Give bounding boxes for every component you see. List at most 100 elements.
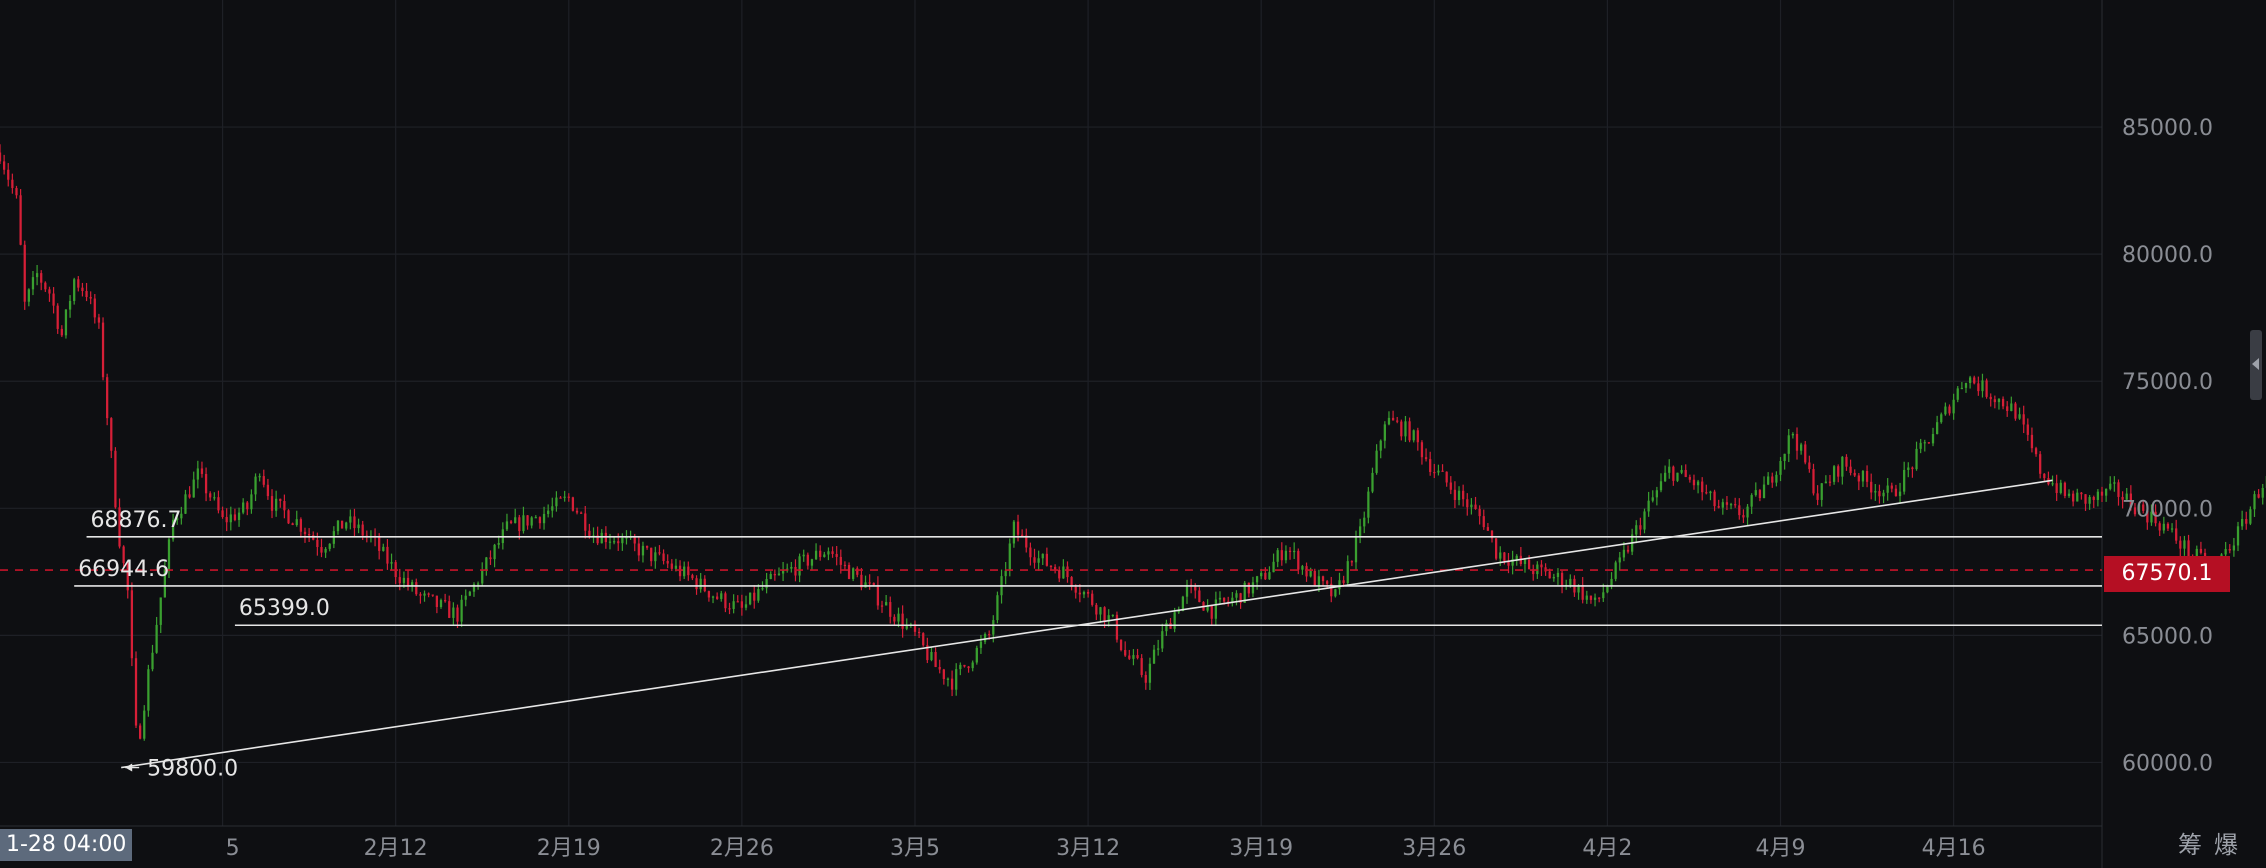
candle-body	[1952, 399, 1955, 414]
candle-body	[1676, 472, 1679, 481]
candle-body	[266, 484, 270, 497]
candle-body	[1882, 492, 1885, 497]
candle-body	[2018, 414, 2021, 419]
candle-body	[580, 512, 583, 514]
candle-body	[1606, 586, 1609, 593]
candle-body	[1919, 442, 1922, 449]
candle-body	[1874, 491, 1877, 493]
candle-body	[303, 531, 307, 535]
candle-body	[439, 600, 443, 607]
candle-body	[2117, 482, 2120, 497]
candle-body	[1973, 377, 1976, 384]
candle-body	[1903, 469, 1906, 492]
candle-body	[1424, 457, 1428, 460]
candle-body	[1268, 572, 1271, 580]
candle-body	[1853, 472, 1856, 476]
candle-body	[1128, 655, 1131, 659]
candle-body	[1734, 504, 1737, 506]
candle-body	[555, 497, 558, 507]
y-tick-label: 85000.0	[2122, 116, 2213, 141]
candle-body	[967, 666, 970, 669]
candle-body	[1214, 599, 1217, 619]
candle-body	[1210, 605, 1213, 619]
candle-body	[963, 664, 966, 667]
candle-body	[1622, 549, 1626, 558]
candle-body	[955, 669, 958, 690]
candle-body	[2236, 526, 2240, 546]
candle-body	[765, 579, 768, 589]
candle-body	[1907, 467, 1910, 470]
candle-body	[1157, 648, 1160, 650]
candle-body	[93, 298, 96, 318]
candle-body	[1626, 549, 1630, 552]
candle-body	[1845, 456, 1848, 467]
candle-body	[19, 195, 22, 245]
candle-body	[184, 494, 187, 514]
candle-body	[695, 578, 698, 590]
candle-body	[1247, 582, 1250, 594]
candle-body	[316, 539, 319, 547]
candle-body	[1560, 572, 1564, 587]
candle-body	[1684, 469, 1687, 477]
candle-body	[340, 520, 344, 529]
candle-body	[1602, 592, 1605, 599]
candle-body	[1659, 481, 1663, 491]
candle-body	[1936, 422, 1939, 435]
candle-body	[1198, 590, 1201, 603]
chip-distribution-button[interactable]: 筹	[2178, 829, 2202, 861]
liquidation-button[interactable]: 爆	[2214, 829, 2238, 861]
candle-body	[691, 575, 694, 579]
candle-body	[1173, 612, 1176, 629]
candle-body	[291, 523, 294, 526]
candle-body	[147, 669, 150, 711]
candle-body	[868, 582, 871, 584]
candle-body	[1099, 607, 1102, 615]
candle-body	[1140, 658, 1143, 675]
candle-body	[97, 317, 101, 323]
candle-body	[1222, 597, 1226, 602]
candle-body	[1367, 491, 1370, 518]
candle-body	[1940, 414, 1943, 423]
candle-body	[621, 537, 624, 544]
candle-body	[683, 566, 686, 577]
candle-body	[1148, 663, 1152, 683]
candle-body	[151, 652, 154, 670]
candle-body	[1915, 448, 1918, 470]
candle-body	[48, 289, 51, 294]
candle-body	[44, 282, 47, 290]
x-tick-label: 3月19	[1229, 836, 1293, 861]
candle-body	[1960, 387, 1964, 390]
candle-body	[534, 517, 537, 519]
candle-body	[979, 641, 983, 648]
candlestick-chart[interactable]: 68876.7 66944.6 65399.0 59800.0 60000.0 6500…	[0, 0, 2266, 868]
candle-body	[200, 468, 204, 474]
candle-body	[89, 297, 92, 299]
candle-body	[349, 516, 352, 523]
x-tick-label: 3月5	[890, 836, 940, 861]
candle-body	[1375, 450, 1378, 473]
candle-body	[1783, 453, 1786, 461]
panel-collapse-handle[interactable]	[2250, 330, 2262, 400]
chevron-left-icon	[2252, 358, 2259, 370]
candle-body	[275, 498, 278, 511]
candle-body	[1985, 380, 1988, 397]
candle-body	[1581, 585, 1584, 600]
candle-body	[831, 551, 834, 554]
candle-body	[1445, 471, 1448, 483]
candle-body	[1470, 504, 1473, 508]
candle-body	[1668, 466, 1671, 473]
candle-body	[996, 595, 999, 621]
candle-body	[530, 517, 533, 526]
candle-body	[885, 602, 888, 606]
candle-body	[2067, 493, 2071, 496]
y-tick-label: 75000.0	[2122, 370, 2213, 395]
candle-body	[1033, 557, 1036, 563]
candle-body	[1767, 476, 1770, 485]
candle-body	[823, 554, 826, 557]
horizontal-line-label: 66944.6	[78, 557, 169, 582]
candle-body	[1012, 521, 1016, 544]
candle-body	[716, 596, 719, 599]
candle-body	[1635, 525, 1638, 535]
candle-body	[1911, 467, 1914, 470]
candle-body	[1437, 470, 1440, 473]
